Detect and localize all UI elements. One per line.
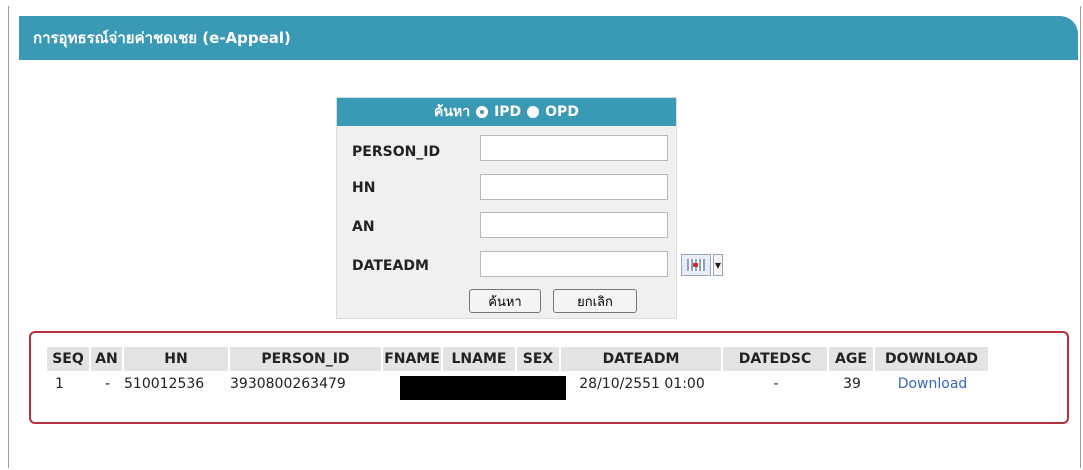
hn-input[interactable] xyxy=(480,174,668,200)
dateadm-label: DATEADM xyxy=(352,258,429,274)
col-datedsc: DATEDSC xyxy=(723,347,829,371)
chevron-down-icon: ▼ xyxy=(713,254,723,276)
col-seq: SEQ xyxy=(47,347,91,371)
col-hn: HN xyxy=(124,347,230,371)
results-header-row: SEQ AN HN PERSON_ID FNAME LNAME SEX DATE… xyxy=(47,347,990,371)
an-input[interactable] xyxy=(480,212,668,238)
search-label: ค้นหา xyxy=(434,104,471,120)
page-title: การอุทธรณ์จ่ายค่าชดเชย (e-Appeal) xyxy=(33,29,291,47)
search-button[interactable]: ค้นหา xyxy=(469,289,541,313)
cell-age: 39 xyxy=(843,376,861,392)
cell-an: - xyxy=(104,376,111,392)
col-dateadm: DATEADM xyxy=(561,347,723,371)
opd-radio-label: OPD xyxy=(545,104,579,120)
col-download: DOWNLOAD xyxy=(875,347,990,371)
hn-label: HN xyxy=(352,180,376,196)
col-age: AGE xyxy=(829,347,875,371)
col-person-id: PERSON_ID xyxy=(230,347,383,371)
an-label: AN xyxy=(352,219,375,235)
date-picker-button[interactable]: ▼ xyxy=(681,253,725,277)
cancel-button[interactable]: ยกเลิก xyxy=(553,289,637,313)
person-id-input[interactable] xyxy=(480,135,668,161)
col-sex: SEX xyxy=(517,347,561,371)
cell-download: Download xyxy=(875,371,990,397)
col-lname: LNAME xyxy=(443,347,517,371)
cell-seq: 1 xyxy=(55,376,64,392)
download-link[interactable]: Download xyxy=(898,376,968,392)
search-form-header: ค้นหา IPD OPD xyxy=(337,98,676,126)
cell-dateadm: 28/10/2551 01:00 xyxy=(579,376,705,392)
ipd-radio[interactable] xyxy=(476,106,489,118)
ipd-radio-label: IPD xyxy=(494,104,522,120)
calendar-icon xyxy=(681,254,711,276)
dateadm-input[interactable] xyxy=(480,251,668,277)
cell-hn: 510012536 xyxy=(124,376,205,392)
search-form: ค้นหา IPD OPD xyxy=(336,97,677,319)
col-an: AN xyxy=(91,347,124,371)
cell-datedsc: - xyxy=(773,376,779,392)
cell-person-id: 3930800263479 xyxy=(230,376,346,392)
panel-header: การอุทธรณ์จ่ายค่าชดเชย (e-Appeal) xyxy=(19,16,1078,60)
col-fname: FNAME xyxy=(383,347,443,371)
redacted-name xyxy=(400,376,566,400)
opd-radio[interactable] xyxy=(527,106,540,118)
person-id-label: PERSON_ID xyxy=(352,144,441,160)
